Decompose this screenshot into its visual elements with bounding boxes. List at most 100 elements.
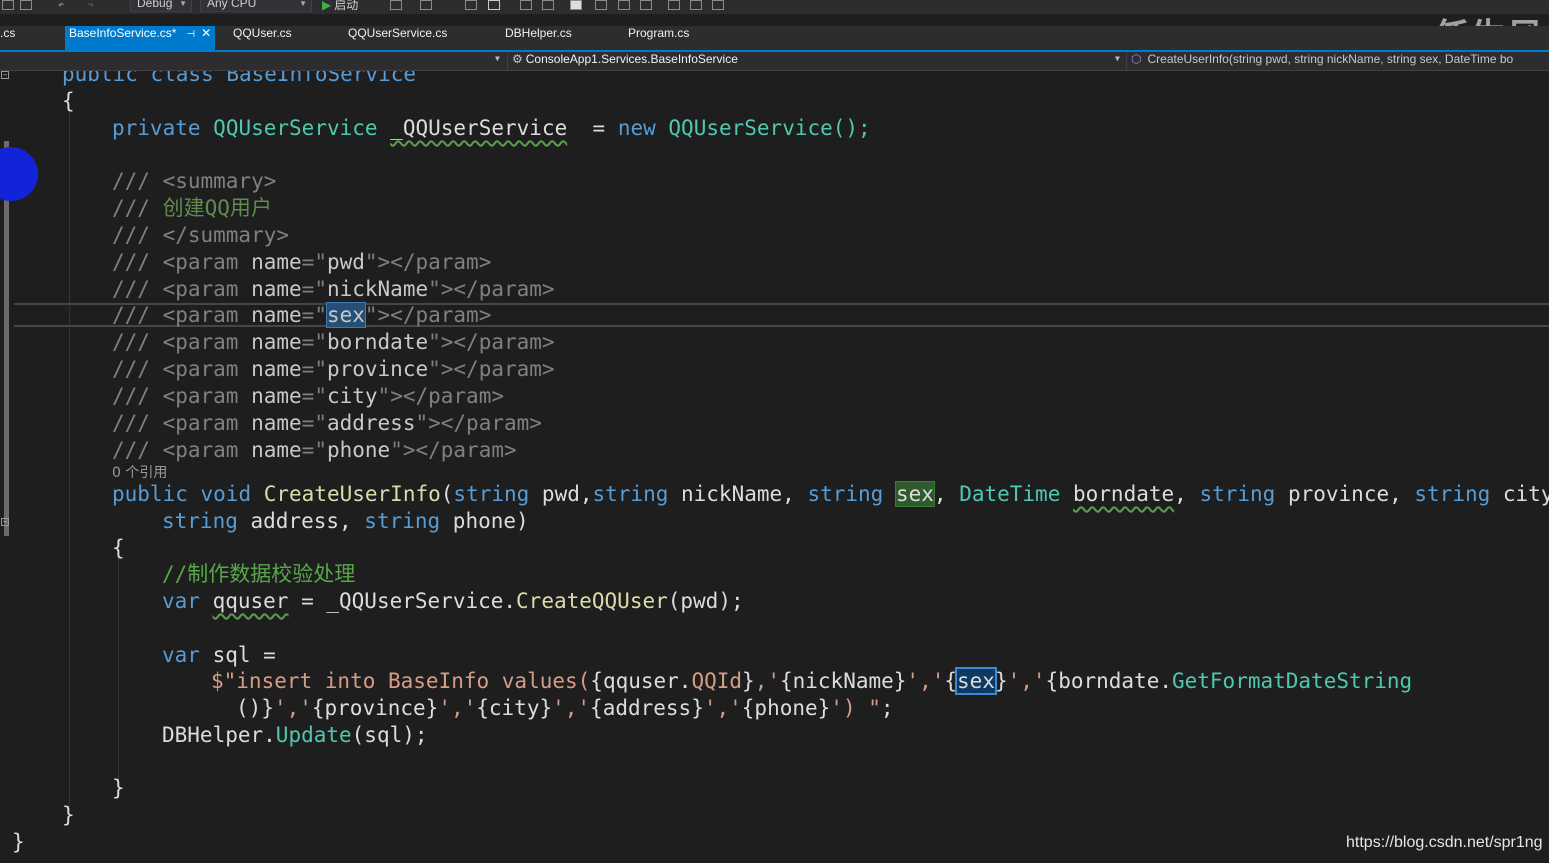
tab-label: BaseInfoService.cs* (69, 26, 177, 40)
member-dropdown-label: CreateUserInfo(string pwd, string nickNa… (1147, 52, 1514, 66)
doc-param-line: /// <param name="nickName"></param> (112, 276, 555, 303)
redo-icon[interactable]: ↷ (88, 0, 100, 11)
outdent-icon[interactable] (542, 0, 554, 10)
keyword: void (200, 482, 252, 506)
keyword: string (162, 509, 238, 533)
code-line-string: $"insert into BaseInfo values({qquser.QQ… (211, 667, 1413, 695)
tab-program[interactable]: Program.cs (628, 26, 689, 50)
keyword: private (112, 116, 201, 140)
doc-prefix: /// (112, 384, 163, 408)
doc-param-line: /// <param name="address"></param> (112, 410, 542, 437)
doc-punct: =" (301, 303, 327, 327)
tab-dbhelper[interactable]: DBHelper.cs (505, 26, 572, 50)
find-icon[interactable] (390, 0, 402, 10)
indent-icon[interactable] (520, 0, 532, 10)
doc-param-name: nickName (326, 277, 429, 301)
doc-param-name: city (326, 384, 378, 408)
code-line-method-cont: string address, string phone) (162, 509, 529, 533)
doc-attr: name (251, 357, 302, 381)
variable-name: qquser (212, 589, 289, 613)
string-literal: ',' (273, 696, 312, 720)
keyword: public (112, 482, 188, 506)
code-line: { (62, 88, 75, 115)
doc-param-line: /// <param name="sex"></param> (112, 302, 491, 329)
layout-icon[interactable] (465, 0, 477, 10)
doc-attr: name (251, 411, 302, 435)
tab-label: .cs (0, 26, 16, 40)
undo-icon[interactable]: ↶ (58, 0, 70, 11)
uncomment-icon[interactable] (690, 0, 702, 10)
solution-icon[interactable] (2, 0, 14, 10)
keyword: string (364, 509, 441, 533)
code-line-class: public class BaseInfoService (62, 71, 416, 88)
nav-divider (1126, 52, 1127, 70)
tab-qquser[interactable]: QQUser.cs (233, 26, 292, 50)
comment-icon[interactable] (668, 0, 680, 10)
keyword: new (617, 116, 656, 140)
doc-prefix: /// (112, 330, 163, 354)
code-line-field: private QQUserService _QQUserService = n… (112, 115, 871, 142)
indent-guide (118, 559, 119, 779)
keyword: var (162, 643, 200, 667)
doc-tag: "></param> (364, 250, 492, 274)
keyword: string (1414, 482, 1491, 506)
doc-punct: =" (301, 384, 327, 408)
code-line: } (12, 829, 25, 856)
close-icon[interactable]: ✕ (201, 26, 211, 40)
doc-prefix: /// (112, 357, 163, 381)
doc-punct: =" (301, 277, 327, 301)
reference-count-lens[interactable]: 0 个引用 (112, 462, 167, 482)
platform-select[interactable]: Any CPU ▼ (200, 0, 312, 12)
keyword: string (1199, 482, 1276, 506)
save-all-icon[interactable] (20, 0, 32, 10)
highlighted-reference: sex (894, 481, 935, 507)
configuration-select[interactable]: Debug ▼ (130, 0, 192, 12)
tab-partial[interactable]: .cs (0, 26, 15, 50)
doc-param-line: /// <param name="pwd"></param> (112, 249, 491, 276)
chevron-down-icon[interactable]: ▼ (1115, 54, 1120, 63)
doc-attr: name (251, 384, 302, 408)
code-editor[interactable]: − − public class BaseInfoService { priva… (0, 71, 1549, 863)
brace: { (62, 89, 75, 113)
step-icon[interactable] (712, 0, 724, 10)
pin-icon[interactable]: ⊣ (186, 29, 195, 40)
collapse-icon[interactable]: − (1, 71, 9, 79)
brace: } (62, 803, 75, 827)
string-literal: ',' (703, 696, 742, 720)
doc-tag: "></param> (428, 277, 555, 301)
collapse-icon[interactable]: − (1, 518, 9, 526)
member-dropdown[interactable]: ⬡ CreateUserInfo(string pwd, string nickN… (1131, 52, 1513, 70)
doc-tag: <param (162, 250, 252, 274)
tab-label: QQUser.cs (233, 26, 292, 40)
split-icon[interactable] (488, 0, 500, 10)
start-button[interactable]: ▶ 启动 (322, 0, 358, 13)
toolbar: ↶ ↷ Debug ▼ Any CPU ▼ ▶ 启动 (0, 0, 1549, 14)
nav-divider (507, 52, 508, 70)
keyword: string (592, 482, 669, 506)
code-line: { (112, 535, 125, 562)
next-bookmark-icon[interactable] (618, 0, 630, 10)
doc-text: 创建QQ用户 (162, 196, 272, 220)
type-dropdown[interactable]: ⚙ ConsoleApp1.Services.BaseInfoService (512, 52, 738, 70)
chevron-down-icon[interactable]: ▼ (495, 54, 500, 63)
clear-bookmarks-icon[interactable] (640, 0, 652, 10)
doc-tag: "></param> (428, 357, 555, 381)
tab-baseinfoservice[interactable]: BaseInfoService.cs* ⊣ ✕ (65, 26, 216, 50)
browser-icon[interactable] (420, 0, 432, 10)
doc-tag: <param (162, 411, 252, 435)
string-literal: ',' (906, 669, 945, 693)
doc-attr: name (251, 438, 302, 462)
type-dropdown-label: ConsoleApp1.Services.BaseInfoService (525, 52, 738, 66)
brace: { (112, 536, 125, 560)
configuration-value: Debug (137, 0, 173, 10)
code-line-string: ()}','{province}','{city}','{address}','… (236, 696, 894, 720)
doc-prefix: /// (112, 303, 163, 327)
tab-qquserservice[interactable]: QQUserService.cs (348, 26, 447, 50)
play-icon: ▶ (322, 0, 332, 12)
tab-label: Program.cs (628, 26, 690, 40)
doc-tag: <param (162, 277, 252, 301)
prev-bookmark-icon[interactable] (595, 0, 607, 10)
bookmark-icon[interactable] (570, 0, 582, 10)
string-literal: ') " (830, 696, 881, 720)
doc-attr: name (251, 250, 302, 274)
